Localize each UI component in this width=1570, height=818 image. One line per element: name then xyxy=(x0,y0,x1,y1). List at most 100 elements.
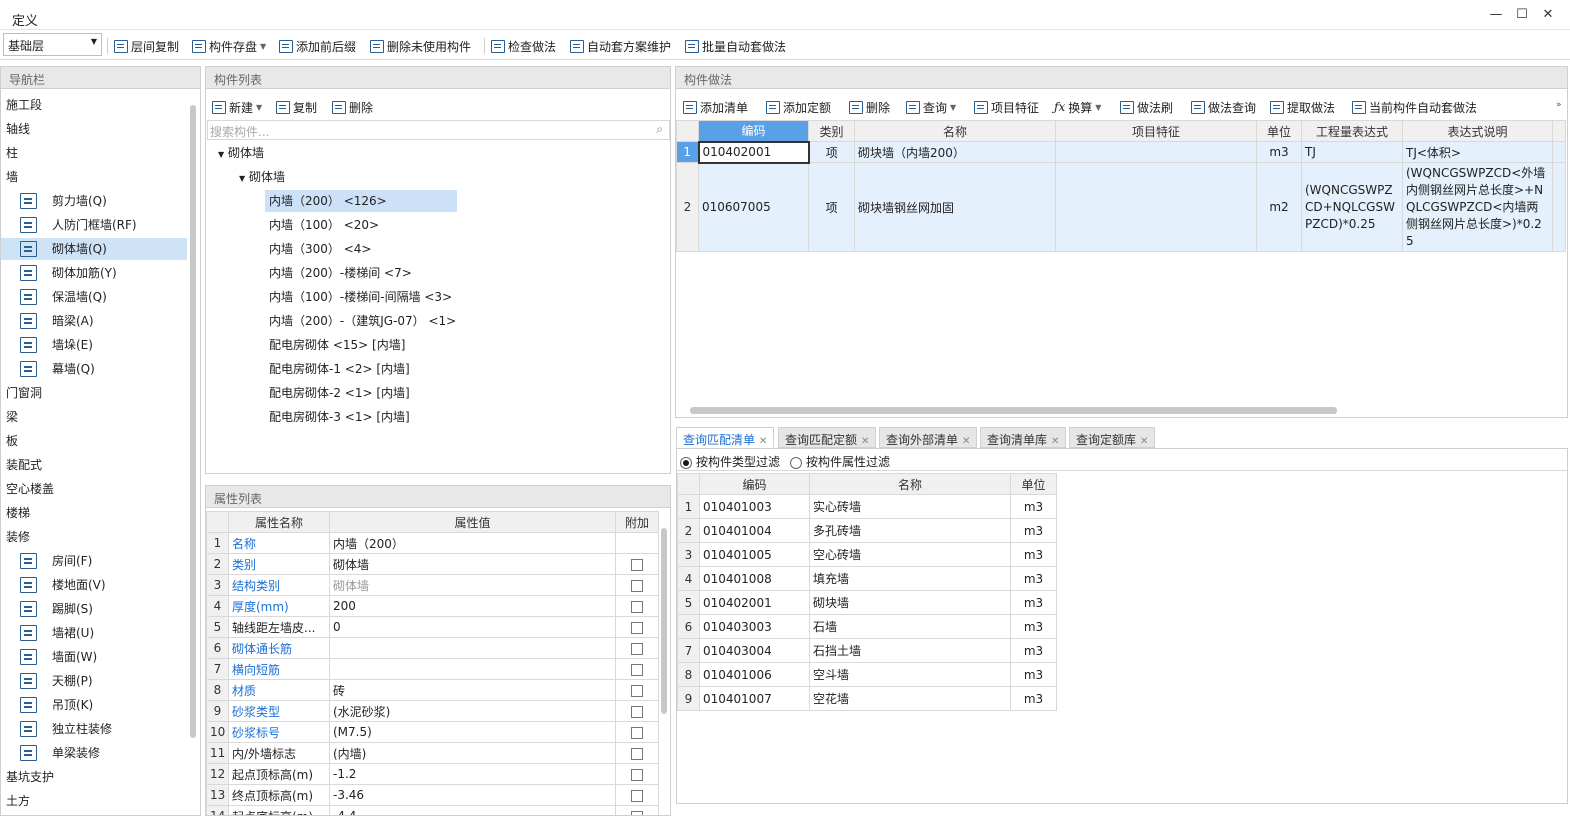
tree-node-component[interactable]: 内墙（200）-楼梯间 <7> xyxy=(269,262,412,284)
match-row[interactable]: 1 010401003 实心砖墙 m3 xyxy=(677,494,1057,519)
unit-cell[interactable]: m3 xyxy=(1010,566,1057,591)
method-hscrollbar[interactable] xyxy=(690,407,1337,414)
nav-item-decoration[interactable]: 装修 xyxy=(6,526,30,548)
filter-by-attribute-radio[interactable]: 按构件属性过滤 xyxy=(790,453,890,470)
attach-checkbox[interactable] xyxy=(631,726,643,739)
match-row[interactable]: 7 010403004 石挡土墙 m3 xyxy=(677,638,1057,663)
attach-checkbox[interactable] xyxy=(631,684,643,697)
name-cell[interactable]: 实心砖墙 xyxy=(809,494,1011,519)
tab-external-list[interactable]: 查询外部清单 ✕ xyxy=(879,427,978,448)
unit-cell[interactable]: m3 xyxy=(1010,686,1057,711)
unit-cell[interactable]: m3 xyxy=(1256,141,1302,163)
attach-checkbox[interactable] xyxy=(631,579,643,592)
name-cell[interactable]: 石墙 xyxy=(809,614,1011,639)
convert-button[interactable]: ƒx 换算 ▼ xyxy=(1054,98,1101,116)
code-cell[interactable]: 010401003 xyxy=(699,494,810,519)
nav-item-shear-wall[interactable]: 剪力墙(Q) xyxy=(1,190,187,212)
tree-node-component[interactable]: 内墙（300） <4> xyxy=(269,238,371,260)
nav-item-prefab[interactable]: 装配式 xyxy=(6,454,42,476)
nav-item-earthwork[interactable]: 土方 xyxy=(6,790,30,812)
name-cell[interactable]: 砌块墙钢丝网加固 xyxy=(854,162,1056,252)
nav-item-floor-surface[interactable]: 楼地面(V) xyxy=(1,574,187,596)
tree-node-masonry-group[interactable]: ▼ 砌体墙 xyxy=(239,166,285,188)
nav-item-hidden-beam[interactable]: 暗梁(A) xyxy=(1,310,187,332)
auto-method-current-button[interactable]: 当前构件自动套做法 xyxy=(1352,98,1477,116)
code-cell[interactable]: 010402001 xyxy=(699,590,810,615)
property-row[interactable]: 5 轴线距左墙皮... 0 xyxy=(206,616,659,638)
tree-node-component[interactable]: 配电房砌体-1 <2> [内墙] xyxy=(269,358,410,380)
property-value[interactable]: 内墙（200） xyxy=(329,532,616,554)
nav-item-construction-segment[interactable]: 施工段 xyxy=(6,94,42,116)
property-value[interactable]: (内墙) xyxy=(329,742,616,764)
type-cell[interactable]: 项 xyxy=(808,141,855,163)
property-row[interactable]: 7 横向短筋 xyxy=(206,658,659,680)
property-scrollbar[interactable] xyxy=(661,528,667,714)
attach-checkbox[interactable] xyxy=(631,747,643,760)
component-search-input[interactable]: 搜索构件... ⌕ xyxy=(207,120,670,140)
auto-scheme-button[interactable]: 自动套方案维护 xyxy=(570,37,671,55)
match-row[interactable]: 5 010402001 砌块墙 m3 xyxy=(677,590,1057,615)
property-value[interactable]: 0 xyxy=(329,616,616,638)
nav-item-insulation-wall[interactable]: 保温墙(Q) xyxy=(1,286,187,308)
property-row[interactable]: 14起点底标高(m)-4.4 xyxy=(206,805,659,815)
nav-item-wall-pier[interactable]: 墙垛(E) xyxy=(1,334,187,356)
property-value[interactable]: -1.2 xyxy=(329,763,616,785)
close-icon[interactable]: ✕ xyxy=(1140,436,1148,447)
nav-item-masonry-wall[interactable]: 砌体墙(Q) xyxy=(1,238,187,260)
unit-cell[interactable]: m3 xyxy=(1010,662,1057,687)
nav-item-beam[interactable]: 梁 xyxy=(6,406,18,428)
tree-node-component[interactable]: 内墙（200） <126> xyxy=(265,190,457,212)
code-cell[interactable]: 010401008 xyxy=(699,566,810,591)
method-brush-button[interactable]: 做法刷 xyxy=(1120,98,1173,116)
match-row[interactable]: 8 010401006 空斗墙 m3 xyxy=(677,662,1057,687)
attach-checkbox[interactable] xyxy=(631,768,643,781)
code-cell[interactable]: 010401004 xyxy=(699,518,810,543)
maximize-button[interactable]: ☐ xyxy=(1514,8,1530,22)
desc-cell[interactable]: TJ<体积> xyxy=(1402,141,1553,163)
nav-scrollbar[interactable] xyxy=(190,105,196,738)
feature-cell[interactable] xyxy=(1055,162,1257,252)
unit-cell[interactable]: m3 xyxy=(1010,518,1057,543)
attach-checkbox[interactable] xyxy=(631,810,643,815)
nav-item-openings[interactable]: 门窗洞 xyxy=(6,382,42,404)
tab-match-quota[interactable]: 查询匹配定额 ✕ xyxy=(778,427,877,448)
batch-auto-method-button[interactable]: 批量自动套做法 xyxy=(685,37,786,55)
more-icon[interactable]: » xyxy=(1556,100,1562,110)
filter-by-type-radio[interactable]: 按构件类型过滤 xyxy=(680,453,780,470)
tree-node-masonry-root[interactable]: ▼ 砌体墙 xyxy=(218,142,264,164)
delete-button[interactable]: 删除 xyxy=(332,98,373,116)
method-row[interactable]: 1 010402001 项 砌块墙（内墙200） m3 TJ TJ<体积> xyxy=(676,140,1566,164)
method-row[interactable]: 2 010607005 项 砌块墙钢丝网加固 m2 (WQNCGSWPZCD+N… xyxy=(676,162,1566,252)
close-icon[interactable]: ✕ xyxy=(861,436,869,447)
feature-cell[interactable] xyxy=(1055,141,1257,163)
query-button[interactable]: 查询 ▼ xyxy=(906,98,956,116)
nav-item-civil-defense-wall[interactable]: 人防门框墙(RF) xyxy=(1,214,187,236)
tree-node-component[interactable]: 内墙（200）-（建筑JG-07） <1> xyxy=(269,310,456,332)
close-icon[interactable]: ✕ xyxy=(759,436,767,447)
match-row[interactable]: 2 010401004 多孔砖墙 m3 xyxy=(677,518,1057,543)
tree-node-component[interactable]: 内墙（100） <20> xyxy=(269,214,379,236)
nav-item-axis[interactable]: 轴线 xyxy=(6,118,30,140)
property-value[interactable]: -3.46 xyxy=(329,784,616,806)
nav-item-wall[interactable]: 墙 xyxy=(6,166,18,188)
unit-cell[interactable]: m2 xyxy=(1256,162,1302,252)
property-row[interactable]: 6 砌体通长筋 xyxy=(206,637,659,659)
property-row[interactable]: 13 终点顶标高(m) -3.46 xyxy=(206,784,659,806)
nav-item-slab[interactable]: 板 xyxy=(6,430,18,452)
tree-node-component[interactable]: 配电房砌体 <15> [内墙] xyxy=(269,334,405,356)
property-value[interactable]: 200 xyxy=(329,595,616,617)
name-cell[interactable]: 空花墙 xyxy=(809,686,1011,711)
nav-item-curtain-wall[interactable]: 幕墙(Q) xyxy=(1,358,187,380)
code-cell[interactable]: 010403004 xyxy=(699,638,810,663)
property-value[interactable] xyxy=(329,637,616,659)
match-row[interactable]: 4 010401008 填充墙 m3 xyxy=(677,566,1057,591)
close-icon[interactable]: ✕ xyxy=(1051,436,1059,447)
nav-item-beam-decoration[interactable]: 单梁装修 xyxy=(1,742,187,764)
tree-node-component[interactable]: 内墙（100）-楼梯间-间隔墙 <3> xyxy=(269,286,452,308)
property-value[interactable]: 砖 xyxy=(329,679,616,701)
nav-item-room[interactable]: 房间(F) xyxy=(1,550,187,572)
name-cell[interactable]: 砌块墙（内墙200） xyxy=(854,141,1056,163)
property-value[interactable] xyxy=(329,658,616,680)
property-row[interactable]: 10 砂浆标号 (M7.5) xyxy=(206,721,659,743)
nav-item-dado[interactable]: 墙裙(U) xyxy=(1,622,187,644)
